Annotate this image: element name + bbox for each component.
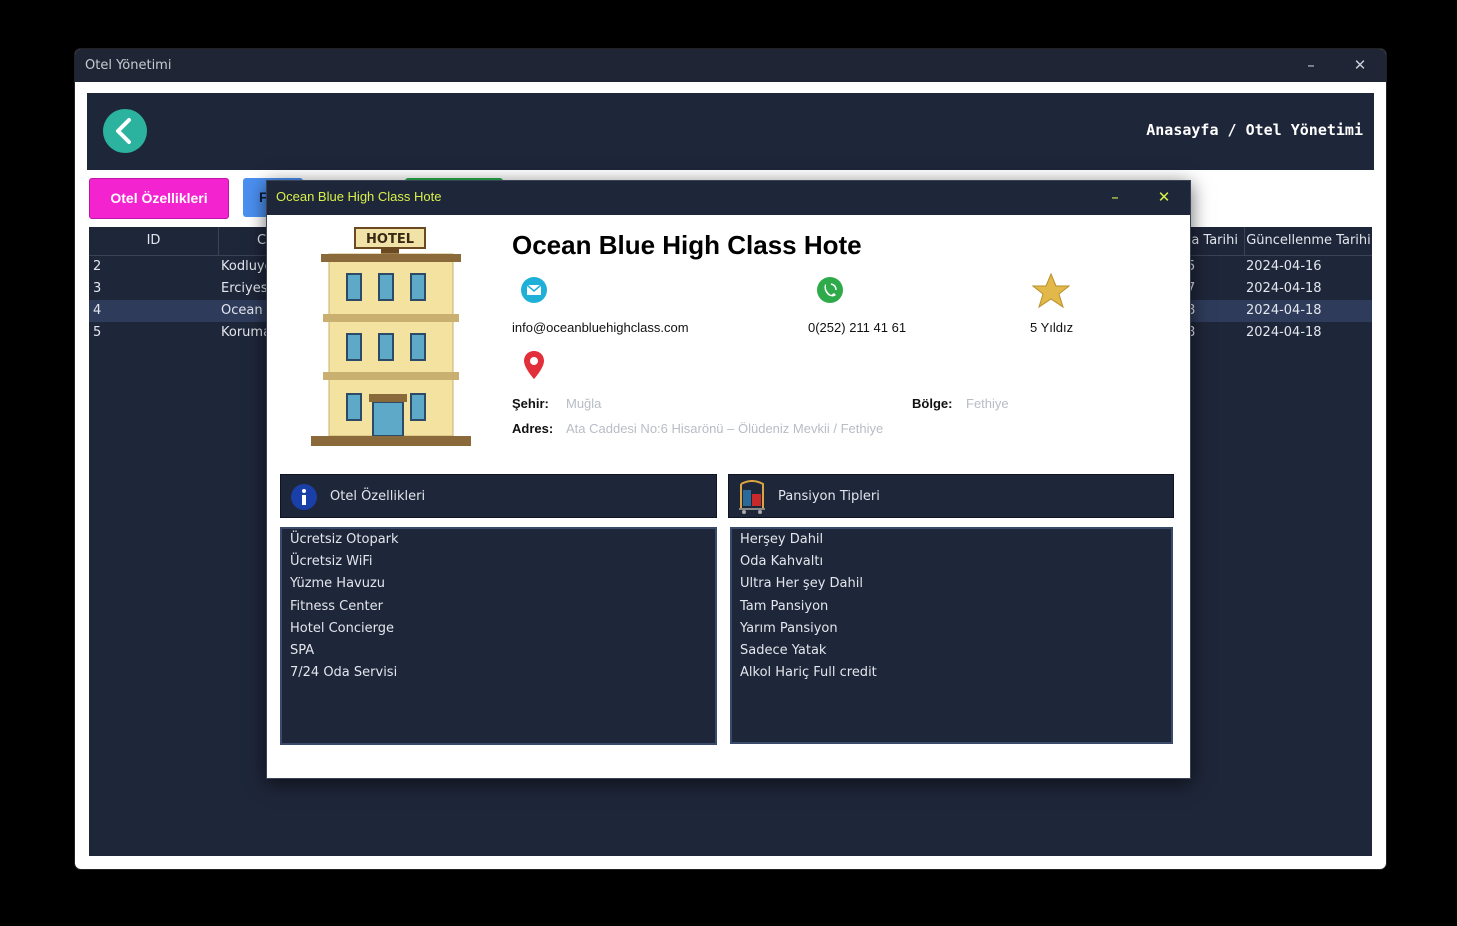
cell-updated: 2024-04-18 <box>1246 281 1322 296</box>
dialog-minimize-button[interactable]: – <box>1105 187 1125 207</box>
column-header-id[interactable]: ID <box>89 227 219 255</box>
hotel-name: Ocean Blue High Class Hote <box>512 230 862 260</box>
cell-name: Ocean I <box>221 303 271 318</box>
list-item[interactable]: Yarım Pansiyon <box>732 618 1171 640</box>
header-bar: Anasayfa / Otel Yönetimi <box>87 93 1374 170</box>
breadcrumb: Anasayfa / Otel Yönetimi <box>1146 121 1363 139</box>
dialog-title: Ocean Blue High Class Hote <box>276 189 442 204</box>
address-value: Ata Caddesi No:6 Hisarönü – Ölüdeniz Mev… <box>566 421 884 436</box>
hotel-email: info@oceanbluehighclass.com <box>512 320 689 335</box>
list-item[interactable]: Ultra Her şey Dahil <box>732 573 1171 595</box>
list-item[interactable]: Oda Kahvaltı <box>732 551 1171 573</box>
list-item[interactable]: Alkol Hariç Full credit <box>732 662 1171 684</box>
chevron-left-icon <box>116 118 131 144</box>
hotel-building-icon: HOTEL <box>311 227 471 446</box>
list-item[interactable]: Tam Pansiyon <box>732 596 1171 618</box>
cell-id: 2 <box>93 259 102 274</box>
region-label: Bölge: <box>912 396 953 411</box>
minimize-button[interactable]: – <box>1300 54 1322 76</box>
pension-header: Pansiyon Tipleri <box>728 474 1174 518</box>
pension-title: Pansiyon Tipleri <box>778 489 880 504</box>
cell-id: 3 <box>93 281 102 296</box>
list-item[interactable]: Yüzme Havuzu <box>282 573 715 595</box>
column-header-updated[interactable]: Güncellenme Tarihi <box>1245 227 1372 255</box>
cell-name: Kodluyo <box>221 259 273 274</box>
dialog-title-bar: Ocean Blue High Class Hote – ✕ <box>267 181 1190 215</box>
list-item[interactable]: Sadece Yatak <box>732 640 1171 662</box>
hotel-sign-text: HOTEL <box>366 232 414 247</box>
location-pin-icon <box>524 351 544 379</box>
column-header-created[interactable]: a Tarihi <box>1185 227 1245 255</box>
info-icon <box>291 484 317 510</box>
cell-id: 4 <box>93 303 102 318</box>
cell-updated: 2024-04-16 <box>1246 259 1322 274</box>
star-icon <box>1032 273 1070 309</box>
back-button[interactable] <box>103 109 147 153</box>
features-header: Otel Özellikleri <box>280 474 717 518</box>
list-item[interactable]: Ücretsiz WiFi <box>282 551 715 573</box>
list-item[interactable]: Herşey Dahil <box>732 529 1171 551</box>
address-label: Adres: <box>512 421 554 436</box>
hotel-stars: 5 Yıldız <box>1030 320 1074 335</box>
features-title: Otel Özellikleri <box>330 489 426 504</box>
email-icon <box>521 277 547 303</box>
cell-id: 5 <box>93 325 102 340</box>
pension-list[interactable]: Herşey Dahil Oda Kahvaltı Ultra Her şey … <box>730 527 1173 744</box>
phone-icon <box>817 277 843 303</box>
close-button[interactable]: ✕ <box>1349 54 1371 76</box>
list-item[interactable]: 7/24 Oda Servisi <box>282 662 715 684</box>
city-label: Şehir: <box>512 396 549 411</box>
cell-name: Erciyes <box>221 281 268 296</box>
hotel-features-button[interactable]: Otel Özellikleri <box>89 178 229 219</box>
list-item[interactable]: SPA <box>282 640 715 662</box>
luggage-cart-icon <box>739 480 765 514</box>
features-list[interactable]: Ücretsiz Otopark Ücretsiz WiFi Yüzme Hav… <box>280 527 717 745</box>
cell-updated: 2024-04-18 <box>1246 325 1322 340</box>
region-value: Fethiye <box>966 396 1009 411</box>
hotel-detail-dialog: Ocean Blue High Class Hote – ✕ HOTEL Oce… <box>266 180 1191 779</box>
cell-name: Koruma <box>221 325 272 340</box>
hotel-phone: 0(252) 211 41 61 <box>808 320 907 335</box>
dialog-close-button[interactable]: ✕ <box>1154 187 1174 207</box>
list-item[interactable]: Ücretsiz Otopark <box>282 529 715 551</box>
list-item[interactable]: Hotel Concierge <box>282 618 715 640</box>
list-item[interactable]: Fitness Center <box>282 596 715 618</box>
city-value: Muğla <box>566 396 602 411</box>
title-bar: Otel Yönetimi – ✕ <box>75 49 1386 82</box>
window-title: Otel Yönetimi <box>85 58 172 73</box>
cell-updated: 2024-04-18 <box>1246 303 1322 318</box>
